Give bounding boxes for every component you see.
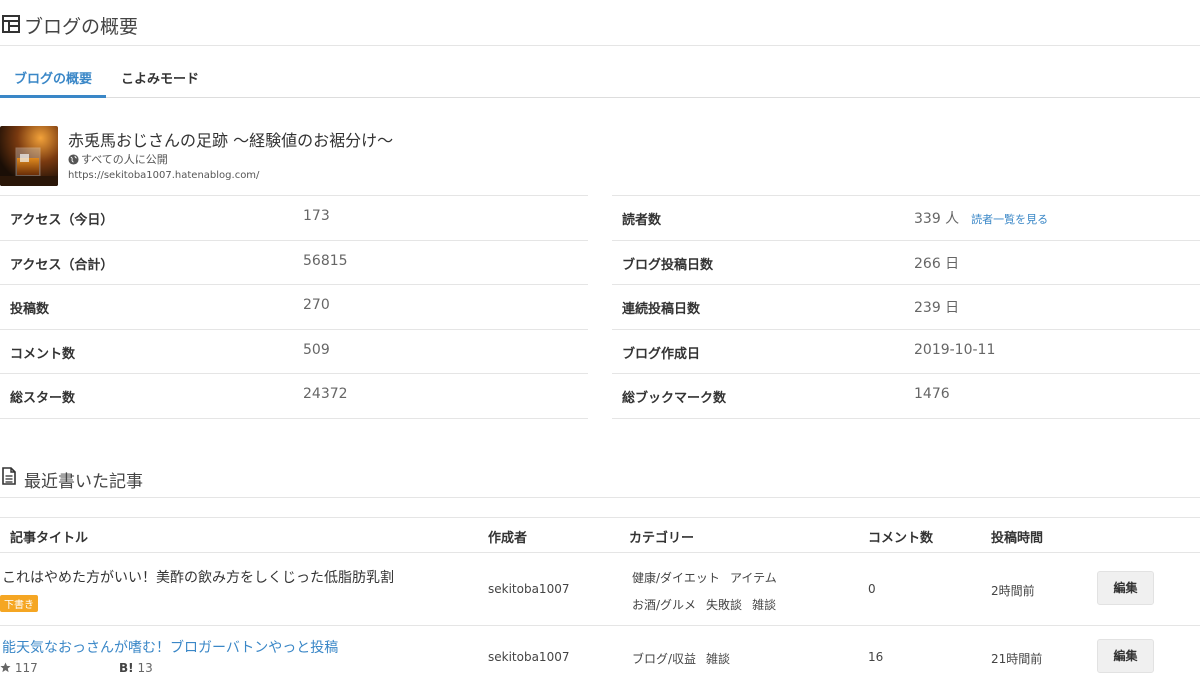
recent-posts-title: 最近書いた記事 [24, 472, 143, 492]
post-stars: 117 [0, 661, 38, 675]
stat-value: 339 人読者一覧を見る [914, 208, 1048, 228]
page-header: ブログの概要 [0, 0, 1200, 46]
stats-left: アクセス（今日） 173 アクセス（合計） 56815 投稿数 270 コメント… [0, 195, 588, 419]
col-category: カテゴリー [629, 531, 695, 546]
col-time: 投稿時間 [991, 531, 1044, 546]
blog-url[interactable]: https://sekitoba1007.hatenablog.com/ [68, 170, 259, 181]
edit-button[interactable]: 編集 [1097, 571, 1154, 605]
table-row: これはやめた方がいい！美酢の飲み方をしくじった低脂肪乳割 下書き sekitob… [0, 553, 1200, 626]
post-time: 21時間前 [991, 652, 1043, 666]
stat-value: 56815 [303, 252, 348, 269]
stat-label: アクセス（今日） [10, 213, 114, 228]
post-bookmarks: B! 13 [119, 661, 153, 675]
whisky-glass-image [0, 126, 58, 186]
post-comment-count: 0 [868, 582, 876, 596]
star-count: 117 [14, 661, 38, 675]
blog-visibility: すべての人に公開 [68, 151, 168, 167]
draft-badge: 下書き [0, 595, 38, 612]
col-title: 記事タイトル [10, 531, 89, 546]
category-tag[interactable]: 失敗談 [706, 598, 742, 612]
reader-count-value: 339 人 [914, 211, 960, 227]
tab-blog-overview[interactable]: ブログの概要 [0, 66, 106, 98]
globe-icon [68, 154, 79, 165]
col-author: 作成者 [488, 531, 528, 546]
stat-label: 総ブックマーク数 [622, 391, 727, 407]
reader-list-link[interactable]: 読者一覧を見る [971, 213, 1048, 226]
post-author: sekitoba1007 [488, 650, 570, 664]
post-author: sekitoba1007 [488, 582, 570, 596]
dashboard-icon [2, 15, 20, 33]
stats-right: 読者数 339 人読者一覧を見る ブログ投稿日数 266 日 連続投稿日数 23… [612, 195, 1200, 419]
category-tag[interactable]: 雑談 [752, 598, 776, 612]
bookmark-count: 13 [137, 661, 153, 675]
tab-calendar-mode[interactable]: こよみモード [121, 66, 199, 98]
stat-post-count: 投稿数 270 [0, 285, 588, 330]
post-categories: お酒/グルメ 失敗談 雑談 [632, 596, 786, 613]
stat-label: 読者数 [622, 213, 662, 228]
table-row: 能天気なおっさんが嗜む！ブロガーバトンやっと投稿 117 B! 13 sekit… [0, 626, 1200, 683]
tab-bar: ブログの概要 こよみモード [0, 66, 1200, 98]
stat-label: ブログ作成日 [622, 346, 701, 362]
category-tag[interactable]: お酒/グルメ [632, 598, 696, 612]
stat-label: ブログ投稿日数 [622, 257, 714, 273]
post-time: 2時間前 [991, 584, 1035, 598]
stat-reader-count: 読者数 339 人読者一覧を見る [612, 196, 1200, 241]
stat-label: 投稿数 [10, 302, 50, 318]
stat-access-today: アクセス（今日） 173 [0, 196, 588, 241]
stat-comment-count: コメント数 509 [0, 330, 588, 375]
edit-button[interactable]: 編集 [1097, 639, 1154, 673]
category-tag[interactable]: 雑談 [706, 652, 730, 666]
post-title[interactable]: これはやめた方がいい！美酢の飲み方をしくじった低脂肪乳割 [2, 567, 394, 587]
star-icon [0, 662, 11, 673]
stat-access-total: アクセス（合計） 56815 [0, 241, 588, 286]
post-title[interactable]: 能天気なおっさんが嗜む！ブロガーバトンやっと投稿 [2, 637, 338, 657]
recent-posts-header: 最近書いた記事 [0, 463, 1200, 498]
stat-value: 24372 [303, 386, 348, 403]
blog-thumbnail[interactable] [0, 126, 58, 186]
post-comment-count: 16 [868, 650, 884, 664]
visibility-label: すべての人に公開 [81, 153, 168, 166]
stat-star-count: 総スター数 24372 [0, 374, 588, 419]
stat-label: アクセス（合計） [10, 257, 114, 273]
bookmark-icon: B! [119, 661, 134, 675]
posts-table-header: 記事タイトル 作成者 カテゴリー コメント数 投稿時間 [0, 517, 1200, 553]
stat-label: 連続投稿日数 [622, 302, 701, 318]
category-tag[interactable]: アイテム [730, 571, 777, 585]
post-categories: 健康/ダイエット アイテム [632, 569, 787, 586]
stat-label: コメント数 [10, 346, 76, 362]
document-icon [2, 467, 16, 485]
stat-value: 2019-10-11 [914, 341, 996, 358]
stat-value: 1476 [914, 386, 950, 403]
stat-bookmark-count: 総ブックマーク数 1476 [612, 374, 1200, 419]
stat-value: 509 [303, 341, 330, 358]
stat-streak-days: 連続投稿日数 239 日 [612, 285, 1200, 330]
category-tag[interactable]: 健康/ダイエット [632, 571, 720, 585]
page-title: ブログの概要 [24, 16, 139, 38]
stat-value: 266 日 [914, 255, 960, 272]
stat-value: 239 日 [914, 300, 960, 317]
stat-posting-days: ブログ投稿日数 266 日 [612, 241, 1200, 286]
col-comments: コメント数 [868, 531, 934, 546]
stat-label: 総スター数 [10, 391, 76, 407]
category-tag[interactable]: ブログ/収益 [632, 652, 696, 666]
stat-value: 270 [303, 297, 330, 314]
blog-name[interactable]: 赤兎馬おじさんの足跡 ～経験値のお裾分け～ [68, 127, 393, 151]
post-categories: ブログ/収益 雑談 [632, 650, 740, 667]
stat-value: 173 [303, 208, 330, 224]
stat-created-date: ブログ作成日 2019-10-11 [612, 330, 1200, 375]
